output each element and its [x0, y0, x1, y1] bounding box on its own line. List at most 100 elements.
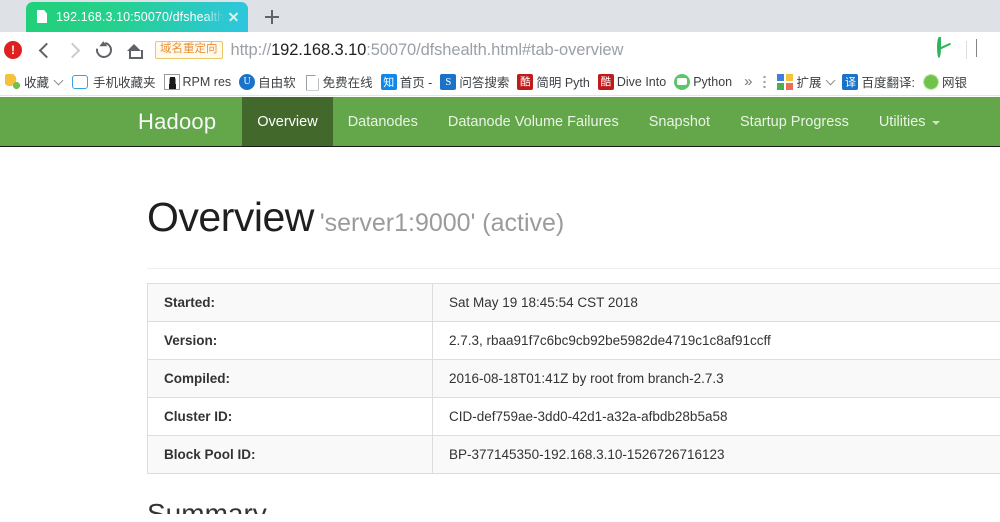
new-tab-button[interactable]	[258, 3, 286, 31]
nav-item-datanodes[interactable]: Datanodes	[333, 97, 433, 146]
row-value: 2.7.3, rbaa91f7c6bc9cb92be5982de4719c1c8…	[449, 333, 771, 349]
chevron-down-icon[interactable]	[976, 39, 998, 61]
alert-icon[interactable]: !	[4, 41, 22, 59]
row-label: Compiled:	[147, 359, 433, 398]
leaf-icon[interactable]	[937, 37, 959, 61]
forward-icon	[64, 42, 80, 58]
bookmarks-separator-icon	[763, 73, 767, 90]
page-viewport: Hadoop Overview Datanodes Datanode Volum…	[0, 97, 1000, 522]
bookmark-item-python[interactable]: Python	[670, 70, 736, 94]
forward-button	[59, 35, 89, 65]
toolbar-divider	[966, 41, 967, 59]
translate-icon: 译	[842, 73, 859, 90]
page-title-main: Overview	[147, 194, 314, 240]
nav-item-label: Snapshot	[648, 113, 711, 130]
toolbar-icons	[907, 37, 1000, 61]
bookmark-item-diveinto[interactable]: 酷 Dive Into	[594, 70, 670, 94]
bookmark-label: Dive Into	[616, 74, 667, 89]
bank-shield-button[interactable]: 网银	[919, 70, 971, 94]
kuai-icon: 酷	[517, 73, 534, 90]
nav-item-overview[interactable]: Overview	[242, 97, 333, 146]
shield-icon	[922, 73, 939, 90]
row-value: 2016-08-18T01:41Z by root from branch-2.…	[449, 371, 724, 387]
row-label: Version:	[147, 321, 433, 360]
nav-item-label: Utilities	[878, 113, 926, 130]
bookmark-label: 简明 Pyth	[536, 76, 590, 90]
ubuntu-icon: U	[239, 73, 256, 90]
url-path: :50070/dfshealth.html#tab-overview	[366, 40, 624, 59]
translate-button[interactable]: 译 百度翻译:	[838, 70, 918, 94]
bookmark-label: Python	[693, 74, 733, 89]
extensions-button[interactable]: 扩展	[773, 70, 838, 94]
nav-item-startup-progress[interactable]: Startup Progress	[725, 97, 864, 146]
bookmark-label: 免费在线	[322, 76, 373, 90]
browser-tab[interactable]: 192.168.3.10:50070/dfshealth.	[26, 2, 248, 32]
home-button[interactable]	[119, 35, 149, 65]
bookmark-item-zhihu[interactable]: 知 首页 -	[377, 70, 437, 94]
nav-item-datanode-volume-failures[interactable]: Datanode Volume Failures	[433, 97, 634, 146]
page-title-subtitle: 'server1:9000' (active)	[319, 209, 565, 237]
kuai-icon: 酷	[597, 73, 614, 90]
url-scheme: http://	[230, 40, 272, 59]
row-value: CID-def759ae-3dd0-42d1-a32a-afbdb28b5a58	[449, 409, 728, 425]
nav-item-label: Overview	[257, 113, 318, 130]
reload-icon	[92, 38, 116, 62]
nav-item-utilities[interactable]: Utilities	[864, 97, 955, 146]
python-icon	[674, 73, 691, 90]
navbar-brand[interactable]: Hadoop	[108, 97, 242, 146]
bookmark-item-python-cn[interactable]: 酷 简明 Pyth	[513, 70, 594, 94]
back-button[interactable]	[29, 35, 59, 65]
bookmark-label: 自由软	[258, 76, 296, 90]
row-label: Started:	[147, 283, 433, 322]
bookmark-item-mobile[interactable]: 手机收藏夹	[66, 70, 160, 94]
bookmark-label: 首页 -	[399, 76, 433, 90]
bookmarks-overflow-button[interactable]: »	[736, 73, 760, 90]
table-row: Version: 2.7.3, rbaa91f7c6bc9cb92be5982d…	[147, 321, 1000, 360]
bookmark-label: 问答搜索	[459, 76, 510, 90]
row-label: Cluster ID:	[147, 397, 433, 436]
url-host: 192.168.3.10	[271, 40, 367, 59]
summary-heading: Summary	[147, 500, 1000, 514]
table-row: Compiled: 2016-08-18T01:41Z by root from…	[147, 359, 1000, 398]
redirect-badge[interactable]: 域名重定向	[155, 40, 223, 60]
nav-item-label: Datanode Volume Failures	[447, 113, 619, 130]
bookmark-label: RPM res	[182, 74, 232, 89]
row-value: BP-377145350-192.168.3.10-1526726716123	[449, 447, 725, 463]
reload-button[interactable]	[89, 35, 119, 65]
bookmark-item-rpm[interactable]: RPM res	[160, 70, 236, 94]
title-divider	[147, 268, 1000, 270]
address-bar[interactable]: http://192.168.3.10:50070/dfshealth.html…	[231, 41, 908, 60]
close-icon[interactable]	[224, 8, 242, 26]
browser-tab-title: 192.168.3.10:50070/dfshealth.	[56, 10, 224, 24]
bookmarks-bar: 收藏 手机收藏夹 RPM res U 自由软 免费在线 知 首页 - S 问答搜…	[0, 68, 1000, 96]
bookmark-item-favorites[interactable]: 收藏	[1, 70, 66, 94]
nav-item-label: Startup Progress	[740, 113, 849, 130]
table-row: Block Pool ID: BP-377145350-192.168.3.10…	[147, 435, 1000, 474]
row-value: Sat May 19 18:45:54 CST 2018	[449, 295, 638, 311]
pinwheel-icon[interactable]	[911, 39, 933, 61]
caret-down-icon	[931, 120, 940, 125]
linux-penguin-icon	[163, 73, 180, 90]
table-row: Cluster ID: CID-def759ae-3dd0-42d1-a32a-…	[147, 397, 1000, 436]
bookmark-item-freesoft[interactable]: U 自由软	[235, 70, 300, 94]
row-label: Block Pool ID:	[147, 435, 433, 474]
translate-label: 百度翻译:	[861, 76, 915, 90]
nav-item-snapshot[interactable]: Snapshot	[634, 97, 725, 146]
bookmark-item-sogou[interactable]: S 问答搜索	[436, 70, 513, 94]
bookmark-item-freeonline[interactable]: 免费在线	[300, 70, 377, 94]
back-icon	[38, 42, 54, 58]
sogou-icon: S	[440, 73, 457, 90]
extensions-label: 扩展	[796, 76, 822, 90]
nav-item-label: Datanodes	[347, 113, 418, 130]
page-icon	[35, 10, 49, 24]
page-content: Overview'server1:9000' (active) Started:…	[0, 147, 1000, 514]
chevron-down-icon	[53, 75, 64, 85]
bookmark-label: 收藏	[24, 76, 50, 90]
table-row: Started: Sat May 19 18:45:54 CST 2018	[147, 283, 1000, 322]
bookmark-label: 手机收藏夹	[93, 76, 156, 90]
bank-shield-label: 网银	[941, 76, 967, 90]
hadoop-navbar: Hadoop Overview Datanodes Datanode Volum…	[0, 97, 1000, 147]
overview-table: Started: Sat May 19 18:45:54 CST 2018 Ve…	[147, 283, 1000, 475]
phone-icon	[72, 74, 89, 89]
tab-strip: 192.168.3.10:50070/dfshealth.	[0, 0, 1000, 32]
